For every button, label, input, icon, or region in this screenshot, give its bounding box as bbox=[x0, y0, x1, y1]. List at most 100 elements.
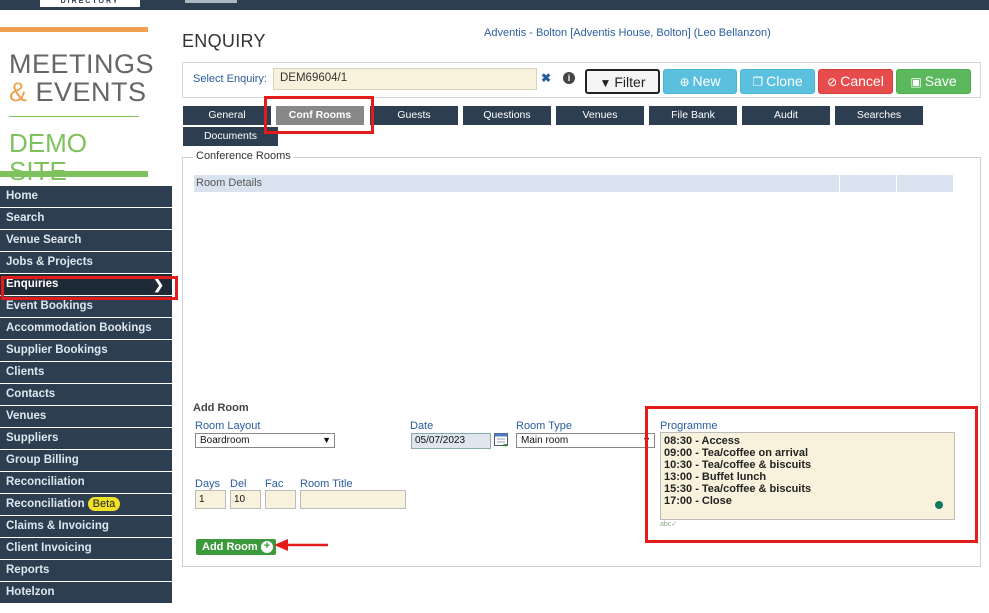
header-client-info[interactable]: Adventis - Bolton [Adventis House, Bolto… bbox=[484, 27, 771, 39]
tab-file-bank[interactable]: File Bank bbox=[649, 106, 737, 125]
sidebar-item-search[interactable]: Search bbox=[0, 208, 172, 229]
select-enquiry-label: Select Enquiry: bbox=[193, 73, 267, 85]
sidebar-item-label: Reconciliation bbox=[6, 476, 85, 488]
calendar-icon[interactable] bbox=[494, 432, 509, 447]
copy-icon: ❐ bbox=[752, 75, 764, 89]
new-button[interactable]: ⊕ New bbox=[663, 69, 737, 94]
sidebar-item-label: Home bbox=[6, 190, 38, 202]
clone-button[interactable]: ❐ Clone bbox=[740, 69, 815, 94]
add-room-button-label: Add Room bbox=[202, 541, 258, 553]
logo-divider bbox=[9, 116, 139, 117]
logo-line-events: & EVENTS bbox=[9, 78, 147, 106]
ban-icon: ⊘ bbox=[827, 75, 838, 89]
fac-label: Fac bbox=[265, 478, 284, 490]
date-label: Date bbox=[410, 420, 434, 432]
sidebar-item-label: Jobs & Projects bbox=[6, 256, 93, 268]
sidebar-item-label: Venues bbox=[6, 410, 47, 422]
cancel-button-label: Cancel bbox=[840, 73, 884, 89]
sidebar-item-supplier-bookings[interactable]: Supplier Bookings bbox=[0, 340, 172, 361]
logo-ampersand: & bbox=[9, 77, 28, 107]
sidebar-item-label: Hotelzon bbox=[6, 586, 55, 598]
tab-general[interactable]: General bbox=[183, 106, 271, 125]
logo-orange-bar bbox=[0, 27, 148, 32]
room-details-header: Room Details bbox=[194, 175, 953, 192]
sidebar-item-label: Client Invoicing bbox=[6, 542, 92, 554]
top-pill bbox=[185, 0, 237, 3]
beta-badge: Beta bbox=[87, 497, 121, 511]
sidebar-item-home[interactable]: Home bbox=[0, 186, 172, 207]
sidebar-item-jobs-projects[interactable]: Jobs & Projects bbox=[0, 252, 172, 273]
tab-searches[interactable]: Searches bbox=[835, 106, 923, 125]
highlight-programme bbox=[645, 406, 978, 543]
directory-tab[interactable]: DIRECTORY bbox=[40, 0, 140, 7]
plus-circle-icon: ⊕ bbox=[679, 75, 690, 89]
sidebar-item-claims-invoicing[interactable]: Claims & Invoicing bbox=[0, 516, 172, 537]
delegates-input[interactable]: 10 bbox=[230, 490, 261, 509]
clone-button-label: Clone bbox=[766, 73, 803, 89]
room-details-header-label: Room Details bbox=[196, 177, 263, 189]
top-bar: DIRECTORY bbox=[0, 0, 989, 10]
room-layout-label: Room Layout bbox=[195, 420, 261, 432]
sidebar-item-label: Venue Search bbox=[6, 234, 82, 246]
close-icon[interactable]: ✖ bbox=[541, 71, 551, 85]
tab-venues[interactable]: Venues bbox=[556, 106, 644, 125]
room-title-input[interactable] bbox=[300, 490, 406, 509]
sidebar-item-venue-search[interactable]: Venue Search bbox=[0, 230, 172, 251]
days-label: Days bbox=[195, 478, 221, 490]
highlight-conf-rooms-tab bbox=[264, 96, 374, 134]
red-arrow-icon bbox=[274, 539, 328, 551]
room-type-label: Room Type bbox=[516, 420, 573, 432]
room-layout-select[interactable]: Boardroom ▼ bbox=[195, 433, 335, 448]
sidebar-item-label: Supplier Bookings bbox=[6, 344, 108, 356]
room-type-select[interactable]: Main room ▼ bbox=[516, 433, 655, 448]
sidebar-item-label: Suppliers bbox=[6, 432, 59, 444]
sidebar-item-reports[interactable]: Reports bbox=[0, 560, 172, 581]
days-input[interactable]: 1 bbox=[195, 490, 226, 509]
sidebar-item-label: Reconciliation bbox=[6, 498, 85, 510]
sidebar-item-client-invoicing[interactable]: Client Invoicing bbox=[0, 538, 172, 559]
add-room-button[interactable]: Add Room + bbox=[196, 539, 276, 555]
save-button-label: Save bbox=[924, 73, 957, 89]
column-divider bbox=[839, 175, 840, 192]
filter-button-label: Filter bbox=[614, 74, 646, 90]
tab-guests[interactable]: Guests bbox=[370, 106, 458, 125]
fac-input[interactable] bbox=[265, 490, 296, 509]
sidebar-item-clients[interactable]: Clients bbox=[0, 362, 172, 383]
sidebar-item-label: Clients bbox=[6, 366, 45, 378]
room-type-value: Main room bbox=[521, 435, 569, 446]
date-input[interactable]: 05/07/2023 bbox=[411, 433, 491, 449]
filter-button[interactable]: ▼ Filter bbox=[585, 69, 660, 94]
sidebar-item-label: Accommodation Bookings bbox=[6, 322, 152, 334]
logo-green-bar bbox=[0, 171, 148, 177]
room-title-label: Room Title bbox=[300, 478, 353, 490]
cancel-button[interactable]: ⊘ Cancel bbox=[818, 69, 893, 94]
sidebar-item-reconciliation-beta[interactable]: Reconciliation Beta bbox=[0, 494, 172, 515]
save-button[interactable]: ▣ Save bbox=[896, 69, 971, 94]
sidebar-item-label: Contacts bbox=[6, 388, 56, 400]
sidebar-item-label: Reports bbox=[6, 564, 50, 576]
sidebar-item-hotelzon[interactable]: Hotelzon bbox=[0, 582, 172, 603]
select-enquiry-input[interactable]: DEM69604/1 bbox=[273, 68, 537, 90]
logo[interactable]: MEETINGS & EVENTS DEMO SITE bbox=[0, 27, 154, 185]
sidebar-item-suppliers[interactable]: Suppliers bbox=[0, 428, 172, 449]
floppy-disk-icon: ▣ bbox=[910, 75, 922, 89]
add-room-title: Add Room bbox=[193, 402, 249, 414]
sidebar-nav: Home Search Venue Search Jobs & Projects… bbox=[0, 186, 172, 604]
conference-rooms-legend: Conference Rooms bbox=[193, 150, 294, 162]
tab-questions[interactable]: Questions bbox=[463, 106, 551, 125]
tab-audit[interactable]: Audit bbox=[742, 106, 830, 125]
room-layout-value: Boardroom bbox=[200, 435, 250, 446]
highlight-enquiries bbox=[1, 276, 178, 300]
sidebar-item-group-billing[interactable]: Group Billing bbox=[0, 450, 172, 471]
page-title: ENQUIRY bbox=[182, 31, 266, 51]
sidebar-item-contacts[interactable]: Contacts bbox=[0, 384, 172, 405]
info-icon[interactable]: i bbox=[563, 72, 575, 84]
sidebar-item-label: Claims & Invoicing bbox=[6, 520, 109, 532]
chevron-down-icon: ▼ bbox=[322, 435, 331, 445]
sidebar-item-reconciliation[interactable]: Reconciliation bbox=[0, 472, 172, 493]
sidebar-item-label: Search bbox=[6, 212, 45, 224]
del-label: Del bbox=[230, 478, 247, 490]
sidebar-item-venues[interactable]: Venues bbox=[0, 406, 172, 427]
new-button-label: New bbox=[692, 73, 721, 89]
sidebar-item-accommodation-bookings[interactable]: Accommodation Bookings bbox=[0, 318, 172, 339]
